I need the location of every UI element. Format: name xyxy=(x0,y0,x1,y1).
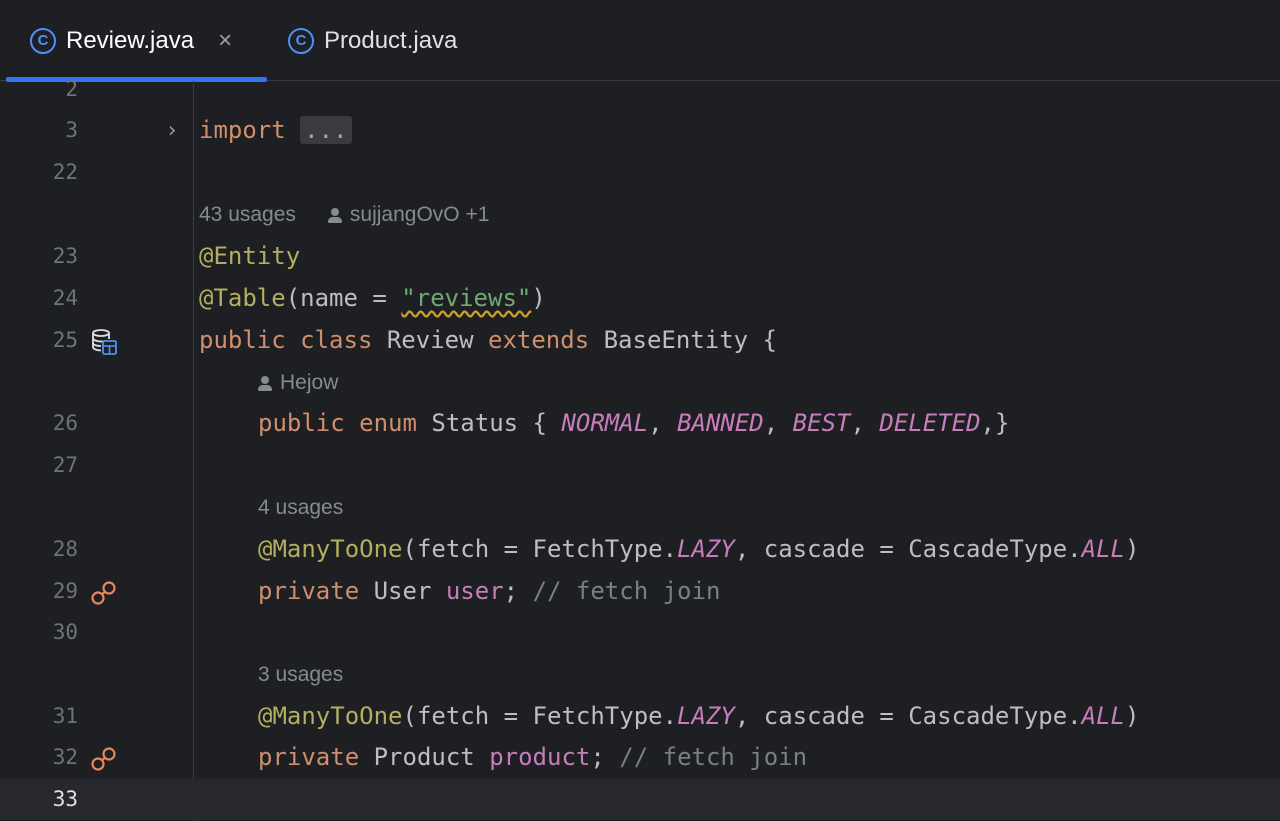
fold-expand-icon[interactable]: › xyxy=(168,110,176,151)
annotation: @Entity xyxy=(199,242,301,270)
enum-constant: BEST xyxy=(792,409,851,437)
line-number: 22 xyxy=(52,160,78,184)
keyword: class xyxy=(300,326,373,354)
string-literal: "reviews" xyxy=(401,284,532,312)
keyword: enum xyxy=(359,409,417,437)
enum-constant: ALL xyxy=(1081,535,1125,563)
person-icon xyxy=(258,375,272,391)
line-number: 24 xyxy=(52,286,78,310)
line-number: 32 xyxy=(52,745,78,769)
current-code-line[interactable]: 33 xyxy=(0,779,1280,820)
code-line[interactable]: 23 @Entity xyxy=(0,236,1280,277)
tab-label: Product.java xyxy=(324,26,458,54)
keyword: extends xyxy=(488,326,590,354)
line-number: 3 xyxy=(65,118,78,142)
enum-constant: NORMAL xyxy=(561,409,649,437)
inlay-hint-row: 43 usages sujjangOvO +1 xyxy=(0,194,1280,235)
line-number: 33 xyxy=(52,787,78,811)
line-number: 29 xyxy=(52,579,78,603)
field-name: product xyxy=(489,743,591,771)
code-line[interactable]: 29 private User user; // fetch join xyxy=(0,571,1280,612)
class-name: Review xyxy=(372,326,488,354)
code-text: Status { xyxy=(416,409,562,437)
code-line[interactable]: 26 public enum Status { NORMAL, BANNED, … xyxy=(0,403,1280,444)
keyword: import xyxy=(199,116,286,144)
keyword: private xyxy=(258,577,360,605)
database-entity-icon[interactable] xyxy=(90,328,118,356)
line-number: 27 xyxy=(52,453,78,477)
java-class-icon: C xyxy=(30,27,56,54)
keyword: public xyxy=(199,326,286,354)
code-text: ) xyxy=(1124,535,1140,563)
code-line[interactable]: 25 public class Review extends BaseEntit… xyxy=(0,320,1280,361)
code-text: ; xyxy=(503,577,533,605)
code-text: , xyxy=(648,409,678,437)
tab-label: Review.java xyxy=(66,26,195,54)
code-text: ,} xyxy=(980,409,1010,437)
line-number: 2 xyxy=(65,77,78,101)
inlay-hint-row: 4 usages xyxy=(0,487,1280,528)
folded-imports[interactable]: ... xyxy=(300,116,352,144)
keyword: private xyxy=(258,743,360,771)
code-text: , cascade = CascadeType. xyxy=(734,702,1082,730)
code-text: (name = xyxy=(285,284,402,312)
code-line[interactable]: 22 xyxy=(0,152,1280,193)
keyword: public xyxy=(258,409,345,437)
code-text: ; xyxy=(590,743,620,771)
enum-constant: LAZY xyxy=(677,702,735,730)
code-text: (fetch = FetchType. xyxy=(402,535,678,563)
relation-link-icon[interactable] xyxy=(90,745,118,773)
code-text: , xyxy=(850,409,880,437)
person-icon xyxy=(327,207,342,223)
line-number: 28 xyxy=(52,537,78,561)
usages-hint[interactable]: 4 usages xyxy=(258,487,343,528)
comment: // fetch join xyxy=(532,577,721,605)
code-text: ) xyxy=(531,284,546,312)
code-text: BaseEntity { xyxy=(589,326,777,354)
relation-link-icon[interactable] xyxy=(90,579,118,607)
annotation: @ManyToOne xyxy=(258,535,403,563)
line-number: 30 xyxy=(52,620,78,644)
line-number: 31 xyxy=(52,704,78,728)
code-line[interactable]: 31 @ManyToOne(fetch = FetchType.LAZY, ca… xyxy=(0,696,1280,737)
code-line[interactable]: 27 xyxy=(0,445,1280,486)
code-line[interactable]: 28 @ManyToOne(fetch = FetchType.LAZY, ca… xyxy=(0,529,1280,570)
code-line[interactable]: 3 › import ... xyxy=(0,110,1280,151)
enum-constant: DELETED xyxy=(879,409,981,437)
field-name: user xyxy=(445,577,504,605)
type-name: User xyxy=(359,577,446,605)
annotation: @Table xyxy=(199,284,286,312)
code-text: ) xyxy=(1124,702,1140,730)
line-number: 23 xyxy=(52,244,78,268)
inlay-hint-row: Hejow xyxy=(0,362,1280,403)
close-icon[interactable]: × xyxy=(218,28,232,53)
code-editor[interactable]: 2 3 › import ... 22 43 usages sujjangOvO… xyxy=(0,77,1280,821)
enum-constant: BANNED xyxy=(677,409,764,437)
code-line[interactable]: 30 xyxy=(0,612,1280,653)
inlay-hint-row: 3 usages xyxy=(0,654,1280,695)
code-text: , xyxy=(763,409,793,437)
annotation: @ManyToOne xyxy=(258,702,403,730)
line-number: 26 xyxy=(52,411,78,435)
enum-constant: LAZY xyxy=(677,535,735,563)
code-text: (fetch = FetchType. xyxy=(402,702,678,730)
type-name: Product xyxy=(359,743,490,771)
code-line[interactable]: 32 private Product product; // fetch joi… xyxy=(0,737,1280,778)
author-hint[interactable]: sujjangOvO +1 xyxy=(350,194,490,235)
usages-hint[interactable]: 3 usages xyxy=(258,654,343,695)
author-hint[interactable]: Hejow xyxy=(280,362,338,403)
java-class-icon: C xyxy=(288,27,314,54)
code-line[interactable]: 24 @Table(name = "reviews") xyxy=(0,278,1280,319)
code-line[interactable]: 2 xyxy=(0,69,1280,110)
usages-hint[interactable]: 43 usages xyxy=(199,194,296,235)
code-text: , cascade = CascadeType. xyxy=(734,535,1082,563)
comment: // fetch join xyxy=(619,743,808,771)
enum-constant: ALL xyxy=(1081,702,1125,730)
line-number: 25 xyxy=(52,328,78,352)
